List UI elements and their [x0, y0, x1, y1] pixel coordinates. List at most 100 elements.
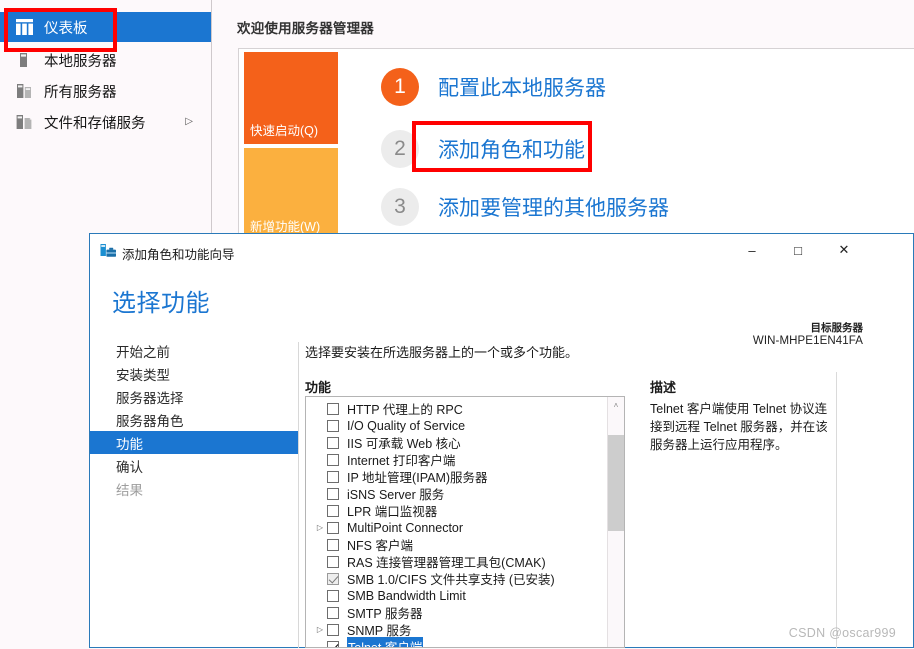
wizard-step-server-roles[interactable]: 服务器角色 — [90, 408, 298, 431]
feature-label: LPR 端口监视器 — [347, 505, 438, 519]
step-number: 1 — [381, 68, 419, 106]
wizard-step-list: 开始之前 安装类型 服务器选择 服务器角色 功能 确认 结果 — [90, 339, 298, 649]
quick-start-step-1[interactable]: 1 配置此本地服务器 — [381, 62, 606, 112]
feature-checkbox[interactable] — [327, 606, 339, 619]
target-server-name: WIN-MHPE1EN41FA — [752, 335, 863, 347]
feature-checkbox[interactable] — [327, 504, 339, 517]
quick-start-step-2[interactable]: 2 添加角色和功能 — [381, 124, 585, 174]
feature-row[interactable]: LPR 端口监视器 — [306, 502, 603, 519]
wizard-step-label: 服务器角色 — [116, 413, 184, 429]
feature-row[interactable]: I/O Quality of Service — [306, 417, 603, 434]
step-number: 3 — [381, 188, 419, 226]
description-text: Telnet 客户端使用 Telnet 协议连接到远程 Telnet 服务器，并… — [650, 402, 828, 452]
feature-row[interactable]: HTTP 代理上的 RPC — [306, 400, 603, 417]
feature-label: MultiPoint Connector — [347, 520, 464, 535]
sidebar-item-file-and-storage-services[interactable]: 文件和存储服务 ▷ — [0, 107, 211, 137]
file-storage-icon — [16, 114, 33, 130]
feature-row[interactable]: ▷ MultiPoint Connector — [306, 519, 603, 536]
dashboard-grid-icon — [16, 19, 33, 35]
feature-row[interactable]: SMB 1.0/CIFS 文件共享支持 (已安装) — [306, 570, 603, 587]
feature-row-selected[interactable]: Telnet 客户端 — [306, 637, 603, 647]
sidebar-item-label: 文件和存储服务 — [44, 115, 146, 132]
feature-checkbox[interactable] — [327, 555, 339, 568]
wizard-step-before-you-begin[interactable]: 开始之前 — [90, 339, 298, 362]
wizard-step-server-selection[interactable]: 服务器选择 — [90, 385, 298, 408]
feature-checkbox-checked[interactable] — [327, 640, 339, 647]
wizard-step-label: 结果 — [116, 482, 143, 498]
chevron-right-icon[interactable]: ▷ — [185, 117, 193, 127]
feature-checkbox[interactable] — [327, 419, 339, 432]
feature-checkbox[interactable] — [327, 487, 339, 500]
step-label[interactable]: 添加角色和功能 — [438, 134, 585, 164]
features-list: HTTP 代理上的 RPC I/O Quality of Service IIS… — [306, 400, 603, 647]
feature-checkbox[interactable] — [327, 623, 339, 636]
feature-checkbox[interactable] — [327, 521, 339, 534]
sidebar-item-label: 仪表板 — [44, 20, 88, 37]
servers-icon — [16, 83, 33, 99]
add-roles-wizard-icon — [100, 243, 117, 259]
feature-row[interactable]: SMTP 服务器 — [306, 604, 603, 621]
feature-checkbox[interactable] — [327, 538, 339, 551]
feature-checkbox[interactable] — [327, 589, 339, 602]
watermark: CSDN @oscar999 — [788, 626, 896, 640]
scroll-up-arrow-icon[interactable]: ˄ — [608, 397, 624, 414]
wizard-step-label: 安装类型 — [116, 367, 170, 383]
minimize-button[interactable]: – — [729, 234, 775, 266]
sidebar-item-all-servers[interactable]: 所有服务器 — [0, 76, 211, 106]
feature-checkbox[interactable] — [327, 453, 339, 466]
feature-checkbox[interactable] — [327, 402, 339, 415]
sidebar-item-local-server[interactable]: 本地服务器 — [0, 45, 211, 75]
features-list-box[interactable]: HTTP 代理上的 RPC I/O Quality of Service IIS… — [305, 396, 625, 648]
feature-checkbox[interactable] — [327, 470, 339, 483]
sidebar-item-dashboard[interactable]: 仪表板 — [0, 12, 211, 42]
tile-quick-start[interactable]: 快速启动(Q) — [244, 52, 338, 144]
feature-row[interactable]: iSNS Server 服务 — [306, 485, 603, 502]
feature-row[interactable]: Internet 打印客户端 — [306, 451, 603, 468]
wizard-step-label: 服务器选择 — [116, 390, 184, 406]
sidebar-item-label: 本地服务器 — [44, 53, 117, 70]
wizard-step-label: 功能 — [116, 436, 143, 452]
features-scrollbar[interactable]: ˄ — [607, 397, 624, 647]
feature-label: HTTP 代理上的 RPC — [347, 403, 463, 417]
feature-checkbox[interactable] — [327, 436, 339, 449]
feature-label: SMB 1.0/CIFS 文件共享支持 (已安装) — [347, 573, 555, 587]
description-separator — [836, 372, 837, 648]
feature-label: I/O Quality of Service — [347, 418, 466, 433]
target-server-label: 目标服务器 — [810, 322, 864, 334]
scrollbar-thumb[interactable] — [608, 435, 624, 531]
close-button[interactable]: ✕ — [821, 234, 867, 266]
features-section-label: 功能 — [305, 380, 332, 395]
wizard-title: 添加角色和功能向导 — [122, 248, 235, 262]
feature-row[interactable]: IIS 可承载 Web 核心 — [306, 434, 603, 451]
wizard-step-installation-type[interactable]: 安装类型 — [90, 362, 298, 385]
wizard-title-bar[interactable]: 添加角色和功能向导 – □ ✕ — [90, 234, 913, 269]
feature-row[interactable]: RAS 连接管理器管理工具包(CMAK) — [306, 553, 603, 570]
feature-checkbox-installed — [327, 572, 339, 585]
sidebar-item-label: 所有服务器 — [44, 84, 117, 101]
step-number: 2 — [381, 130, 419, 168]
server-icon — [16, 52, 33, 68]
page-title: 选择功能 — [112, 290, 210, 317]
wizard-header: 选择功能 目标服务器 WIN-MHPE1EN41FA — [90, 269, 913, 347]
tile-whats-new[interactable]: 新增功能(W) — [244, 148, 338, 240]
welcome-title: 欢迎使用服务器管理器 — [237, 21, 374, 36]
wizard-divider — [298, 342, 299, 648]
instruction-text: 选择要安装在所选服务器上的一个或多个功能。 — [305, 345, 579, 360]
step-label[interactable]: 配置此本地服务器 — [438, 72, 606, 102]
wizard-step-label: 确认 — [116, 459, 143, 475]
quick-start-step-3[interactable]: 3 添加要管理的其他服务器 — [381, 182, 669, 232]
maximize-button[interactable]: □ — [775, 234, 821, 266]
expand-arrow-icon[interactable]: ▷ — [313, 625, 327, 634]
wizard-step-confirmation[interactable]: 确认 — [90, 454, 298, 477]
wizard-step-label: 开始之前 — [116, 344, 170, 360]
tile-label: 快速启动(Q) — [250, 124, 319, 138]
feature-row[interactable]: ▷ SNMP 服务 — [306, 621, 603, 638]
feature-row[interactable]: IP 地址管理(IPAM)服务器 — [306, 468, 603, 485]
wizard-step-features[interactable]: 功能 — [90, 431, 298, 454]
feature-row[interactable]: SMB Bandwidth Limit — [306, 587, 603, 604]
step-label[interactable]: 添加要管理的其他服务器 — [438, 192, 669, 222]
expand-arrow-icon[interactable]: ▷ — [313, 523, 327, 532]
feature-label: Telnet 客户端 — [347, 637, 424, 647]
feature-row[interactable]: NFS 客户端 — [306, 536, 603, 553]
wizard-step-results: 结果 — [90, 477, 298, 500]
